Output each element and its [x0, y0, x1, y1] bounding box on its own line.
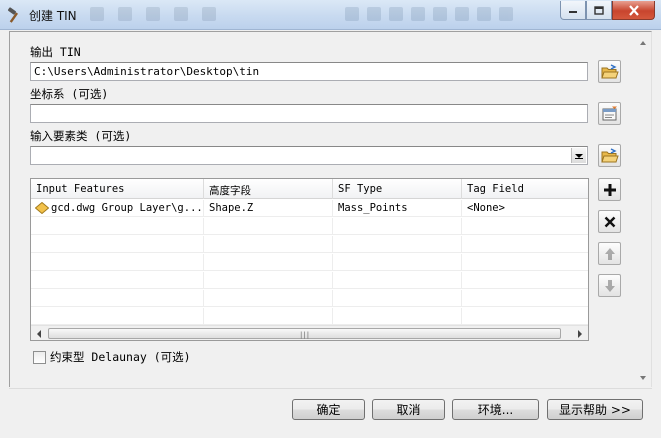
delaunay-option[interactable]: 约束型 Delaunay (可选) — [33, 349, 191, 365]
table-cell-tag-field[interactable]: <None> — [462, 200, 588, 217]
window-title: 创建 TIN — [29, 9, 77, 23]
ok-button[interactable]: 确定 — [292, 399, 365, 420]
scroll-down-icon[interactable] — [638, 373, 648, 383]
hammer-icon — [7, 7, 19, 23]
delaunay-label: 约束型 Delaunay (可选) — [50, 350, 191, 364]
maximize-icon — [594, 5, 604, 15]
add-row-button[interactable] — [598, 178, 621, 201]
column-header-height-field[interactable]: 高度字段 — [204, 179, 333, 199]
chevron-right-icon — [578, 329, 582, 338]
input-feature-class-label: 输入要素类 (可选) — [30, 129, 132, 143]
close-button[interactable] — [612, 1, 655, 20]
delaunay-checkbox[interactable] — [33, 350, 46, 364]
close-icon — [628, 4, 639, 16]
window-controls — [560, 1, 655, 20]
column-header-input-features[interactable]: Input Features — [31, 179, 204, 199]
column-header-tag-field[interactable]: Tag Field — [462, 179, 588, 199]
title-bar[interactable]: 创建 TIN — [0, 0, 661, 30]
chevron-left-icon — [37, 329, 41, 338]
browse-output-button[interactable] — [598, 60, 621, 83]
plus-icon — [603, 183, 616, 196]
table-row-empty — [31, 308, 588, 325]
table-row-empty — [31, 254, 588, 271]
scroll-right-button[interactable] — [574, 328, 586, 339]
coordinate-system-label: 坐标系 (可选) — [30, 87, 109, 101]
open-folder-icon — [600, 63, 619, 78]
cancel-button[interactable]: 取消 — [372, 399, 445, 420]
spatial-reference-icon — [602, 106, 617, 120]
cell-text: gcd.dwg Group Layer\g... — [51, 202, 203, 214]
column-header-sf-type[interactable]: SF Type — [333, 179, 462, 199]
show-help-button[interactable]: 显示帮助 >> — [547, 399, 643, 420]
background-toolbar-right — [345, 7, 513, 21]
table-row[interactable]: gcd.dwg Group Layer\g... Shape.Z Mass_Po… — [31, 200, 588, 217]
table-cell-input-features[interactable]: gcd.dwg Group Layer\g... — [31, 200, 204, 217]
minimize-icon — [569, 11, 577, 13]
chevron-down-icon — [575, 153, 583, 159]
scroll-left-button[interactable] — [33, 328, 45, 339]
layer-diamond-icon — [35, 202, 49, 214]
table-header: Input Features 高度字段 SF Type Tag Field — [31, 179, 588, 199]
move-down-button[interactable] — [598, 274, 621, 297]
remove-row-button[interactable] — [598, 210, 621, 233]
arrow-down-icon — [604, 279, 615, 292]
scrollbar-thumb[interactable]: ||| — [48, 328, 561, 339]
table-row-empty — [31, 272, 588, 289]
horizontal-scrollbar[interactable]: ||| — [31, 325, 588, 340]
open-folder-icon — [600, 147, 619, 162]
environments-button[interactable]: 环境... — [452, 399, 539, 420]
scroll-up-icon[interactable] — [638, 38, 648, 48]
scrollbar-grip-icon: ||| — [300, 331, 311, 339]
input-features-table[interactable]: Input Features 高度字段 SF Type Tag Field gc… — [30, 178, 589, 341]
move-up-button[interactable] — [598, 242, 621, 265]
input-feature-class-combo[interactable] — [30, 146, 588, 165]
table-row-empty — [31, 218, 588, 235]
output-tin-input[interactable]: C:\Users\Administrator\Desktop\tin — [30, 62, 588, 81]
table-cell-height-field[interactable]: Shape.Z — [204, 200, 333, 217]
table-row-empty — [31, 290, 588, 307]
output-tin-label: 输出 TIN — [30, 45, 81, 59]
table-cell-sf-type[interactable]: Mass_Points — [333, 200, 462, 217]
background-toolbar — [90, 7, 216, 23]
coordinate-system-input[interactable] — [30, 104, 588, 123]
maximize-button[interactable] — [586, 1, 612, 20]
minimize-button[interactable] — [560, 1, 586, 20]
delete-x-icon — [604, 216, 615, 227]
dialog-content: 输出 TIN C:\Users\Administrator\Desktop\ti… — [9, 31, 652, 387]
browse-input-button[interactable] — [598, 144, 621, 167]
table-row-empty — [31, 236, 588, 253]
arrow-up-icon — [604, 247, 615, 260]
combo-dropdown-arrow[interactable] — [571, 148, 586, 163]
coordinate-properties-button[interactable] — [598, 102, 621, 125]
dialog-footer: 确定 取消 环境... 显示帮助 >> — [9, 388, 652, 428]
